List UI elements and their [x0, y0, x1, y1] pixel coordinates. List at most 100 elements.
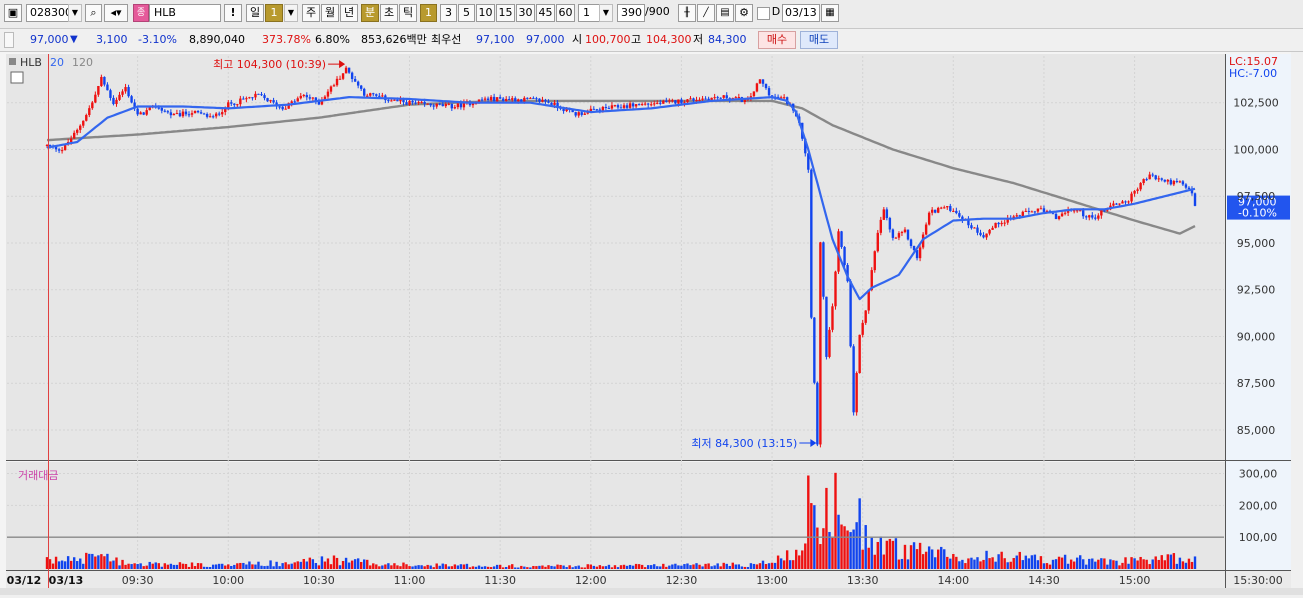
period-value-label: 1: [270, 6, 278, 19]
candle-body: [94, 94, 97, 103]
price-chart[interactable]: HLB 20 120 거래대금 LC:15.07 HC:-7.00 최고 104…: [0, 52, 1303, 595]
stock-name-field[interactable]: HLB: [149, 4, 221, 22]
volume-bar: [589, 564, 592, 569]
candle-body: [876, 232, 879, 252]
interval-5-button[interactable]: 5: [458, 4, 475, 22]
interval-10-label: 10: [478, 6, 493, 19]
candle-body: [76, 129, 79, 133]
period-minute-button[interactable]: 분: [361, 4, 379, 22]
volume-bar: [918, 542, 922, 569]
candle-body: [595, 109, 599, 111]
volume-bar: [689, 565, 692, 569]
period-day-button[interactable]: 일: [246, 4, 264, 22]
candle-body: [353, 78, 357, 82]
multiplier-input[interactable]: 1: [578, 4, 600, 22]
candle-body: [1118, 203, 1121, 205]
date-input[interactable]: 03/13: [782, 4, 820, 22]
alert-button[interactable]: !: [224, 4, 242, 22]
candle-body: [589, 108, 592, 111]
d-checkbox[interactable]: [757, 7, 770, 20]
period-dropdown-icon[interactable]: ▼: [284, 4, 298, 22]
scrollbar-track[interactable]: [1291, 52, 1303, 595]
grid-toggle-icon[interactable]: [10, 71, 24, 84]
interval-3-button[interactable]: 3: [440, 4, 457, 22]
calendar-icon[interactable]: ▦: [821, 4, 839, 22]
sell-button[interactable]: 매도: [800, 31, 838, 49]
candle-body: [456, 103, 460, 108]
candle-body: [628, 103, 632, 108]
volume-bar: [423, 566, 426, 569]
candle-body: [1039, 208, 1043, 210]
search-icon[interactable]: ⌕: [85, 4, 102, 22]
candle-body: [157, 107, 160, 109]
interval-1-button[interactable]: 1: [420, 4, 437, 22]
candle-body: [248, 97, 251, 99]
period-month-button[interactable]: 월: [321, 4, 339, 22]
period-second-button[interactable]: 초: [380, 4, 398, 22]
count-value: 390: [621, 6, 642, 19]
code-dropdown-icon[interactable]: ▼: [68, 4, 82, 22]
period-value-button[interactable]: 1: [265, 4, 283, 22]
line-tool-icon[interactable]: ╱: [697, 4, 715, 22]
candle-body: [435, 103, 438, 107]
candle-body: [517, 99, 520, 102]
bottom-scrollbar[interactable]: [0, 588, 1303, 595]
volume-bar: [384, 564, 387, 569]
period-year-button[interactable]: 년: [340, 4, 358, 22]
multiplier-dropdown-icon[interactable]: ▼: [599, 4, 613, 22]
candle-style-icon[interactable]: ╫: [678, 4, 696, 22]
volume-bar: [583, 567, 586, 569]
volume-bar: [921, 554, 925, 569]
candle-body: [378, 95, 381, 97]
high-price: 104,300: [646, 33, 692, 46]
volume-bar: [308, 557, 312, 569]
volume-bar: [571, 567, 574, 569]
volume-bar: [568, 565, 571, 569]
interval-30-button[interactable]: 30: [516, 4, 535, 22]
candle-body: [689, 98, 692, 100]
candle-body: [1139, 183, 1142, 190]
price-tick-label: 100,000: [1233, 143, 1279, 156]
interval-15-button[interactable]: 15: [496, 4, 515, 22]
save-icon[interactable]: ▤: [716, 4, 734, 22]
candle-body: [1060, 213, 1064, 217]
period-year-label: 년: [343, 6, 355, 19]
volume-bar: [858, 498, 861, 569]
volume-bar: [88, 553, 91, 569]
count-input[interactable]: 390: [617, 4, 645, 22]
interval-15-label: 15: [498, 6, 513, 19]
interval-10-button[interactable]: 10: [476, 4, 495, 22]
candle-body: [819, 242, 822, 445]
volume-bar: [553, 566, 556, 569]
interval-60-button[interactable]: 60: [556, 4, 575, 22]
candle-body: [680, 99, 683, 104]
candle-body: [988, 229, 991, 234]
interval-45-button[interactable]: 45: [536, 4, 555, 22]
period-tick-button[interactable]: 틱: [399, 4, 417, 22]
candle-body: [909, 239, 913, 246]
date-value: 03/13: [785, 6, 817, 19]
volume-bar: [489, 567, 493, 569]
volume-bar: [616, 567, 620, 569]
toolbar: ▣ 028300 ▼ ⌕ ◂▾ 종 HLB ! 일 1 ▼ 주 월 년 분 초 …: [0, 0, 1303, 29]
volume-bar: [387, 563, 390, 569]
volume-bar: [91, 553, 94, 569]
volume-bar: [408, 566, 411, 569]
volume-bar: [459, 564, 463, 569]
volume-axis-ticks: 100,00 200,00 300,00: [1239, 468, 1278, 545]
volume-bar: [906, 559, 910, 569]
candle-body: [1142, 179, 1145, 184]
candle-body: [1115, 203, 1118, 205]
volume-bar: [900, 558, 904, 569]
volume-bar: [1000, 551, 1003, 569]
settings-gear-icon[interactable]: ⚙: [735, 4, 753, 22]
period-week-button[interactable]: 주: [302, 4, 320, 22]
volume-bar: [964, 563, 967, 569]
buy-button[interactable]: 매수: [758, 31, 796, 49]
candle-body: [447, 103, 450, 105]
legend-handle-icon[interactable]: [9, 58, 16, 65]
window-menu-icon[interactable]: ▣: [4, 4, 22, 22]
candle-body: [906, 229, 910, 240]
volume-bar: [248, 561, 251, 569]
speaker-icon[interactable]: ◂▾: [104, 4, 128, 22]
